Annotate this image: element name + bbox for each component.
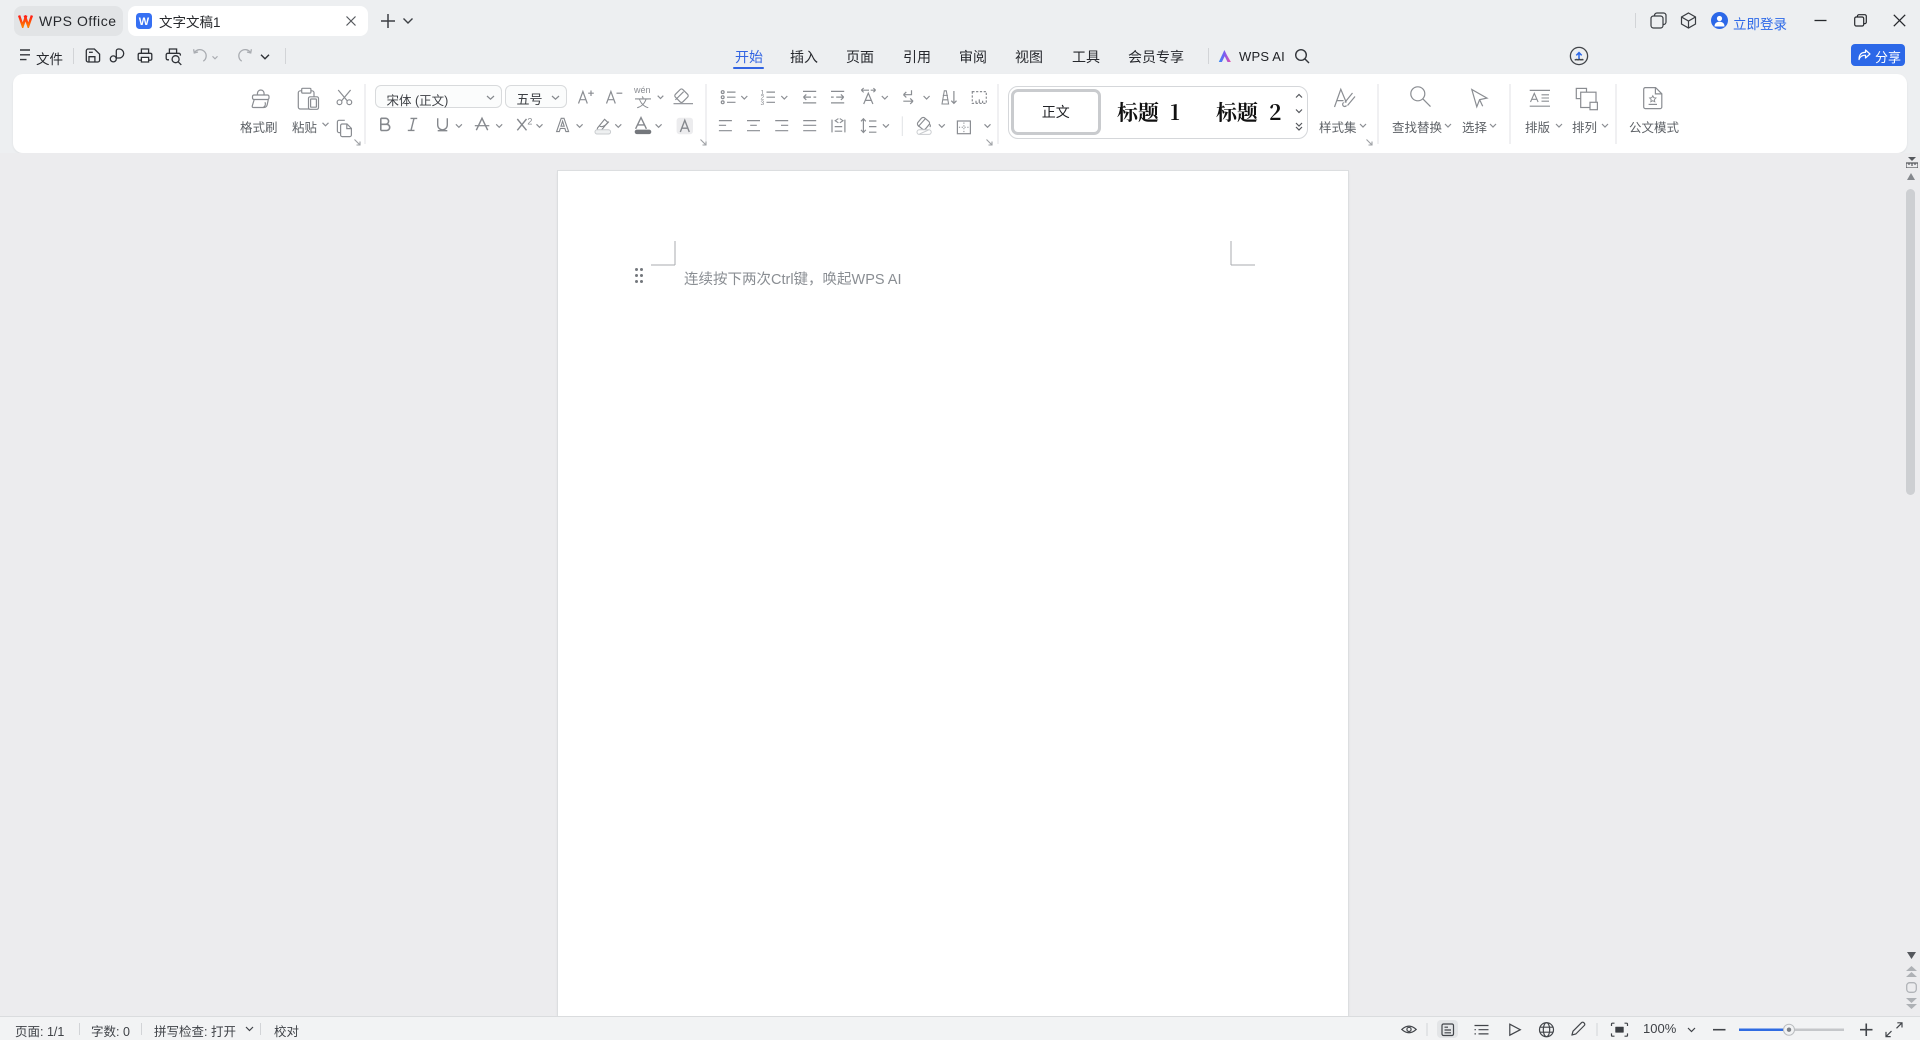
svg-text:2: 2: [527, 117, 532, 127]
svg-text:3: 3: [761, 100, 765, 107]
svg-text:W: W: [139, 16, 150, 28]
